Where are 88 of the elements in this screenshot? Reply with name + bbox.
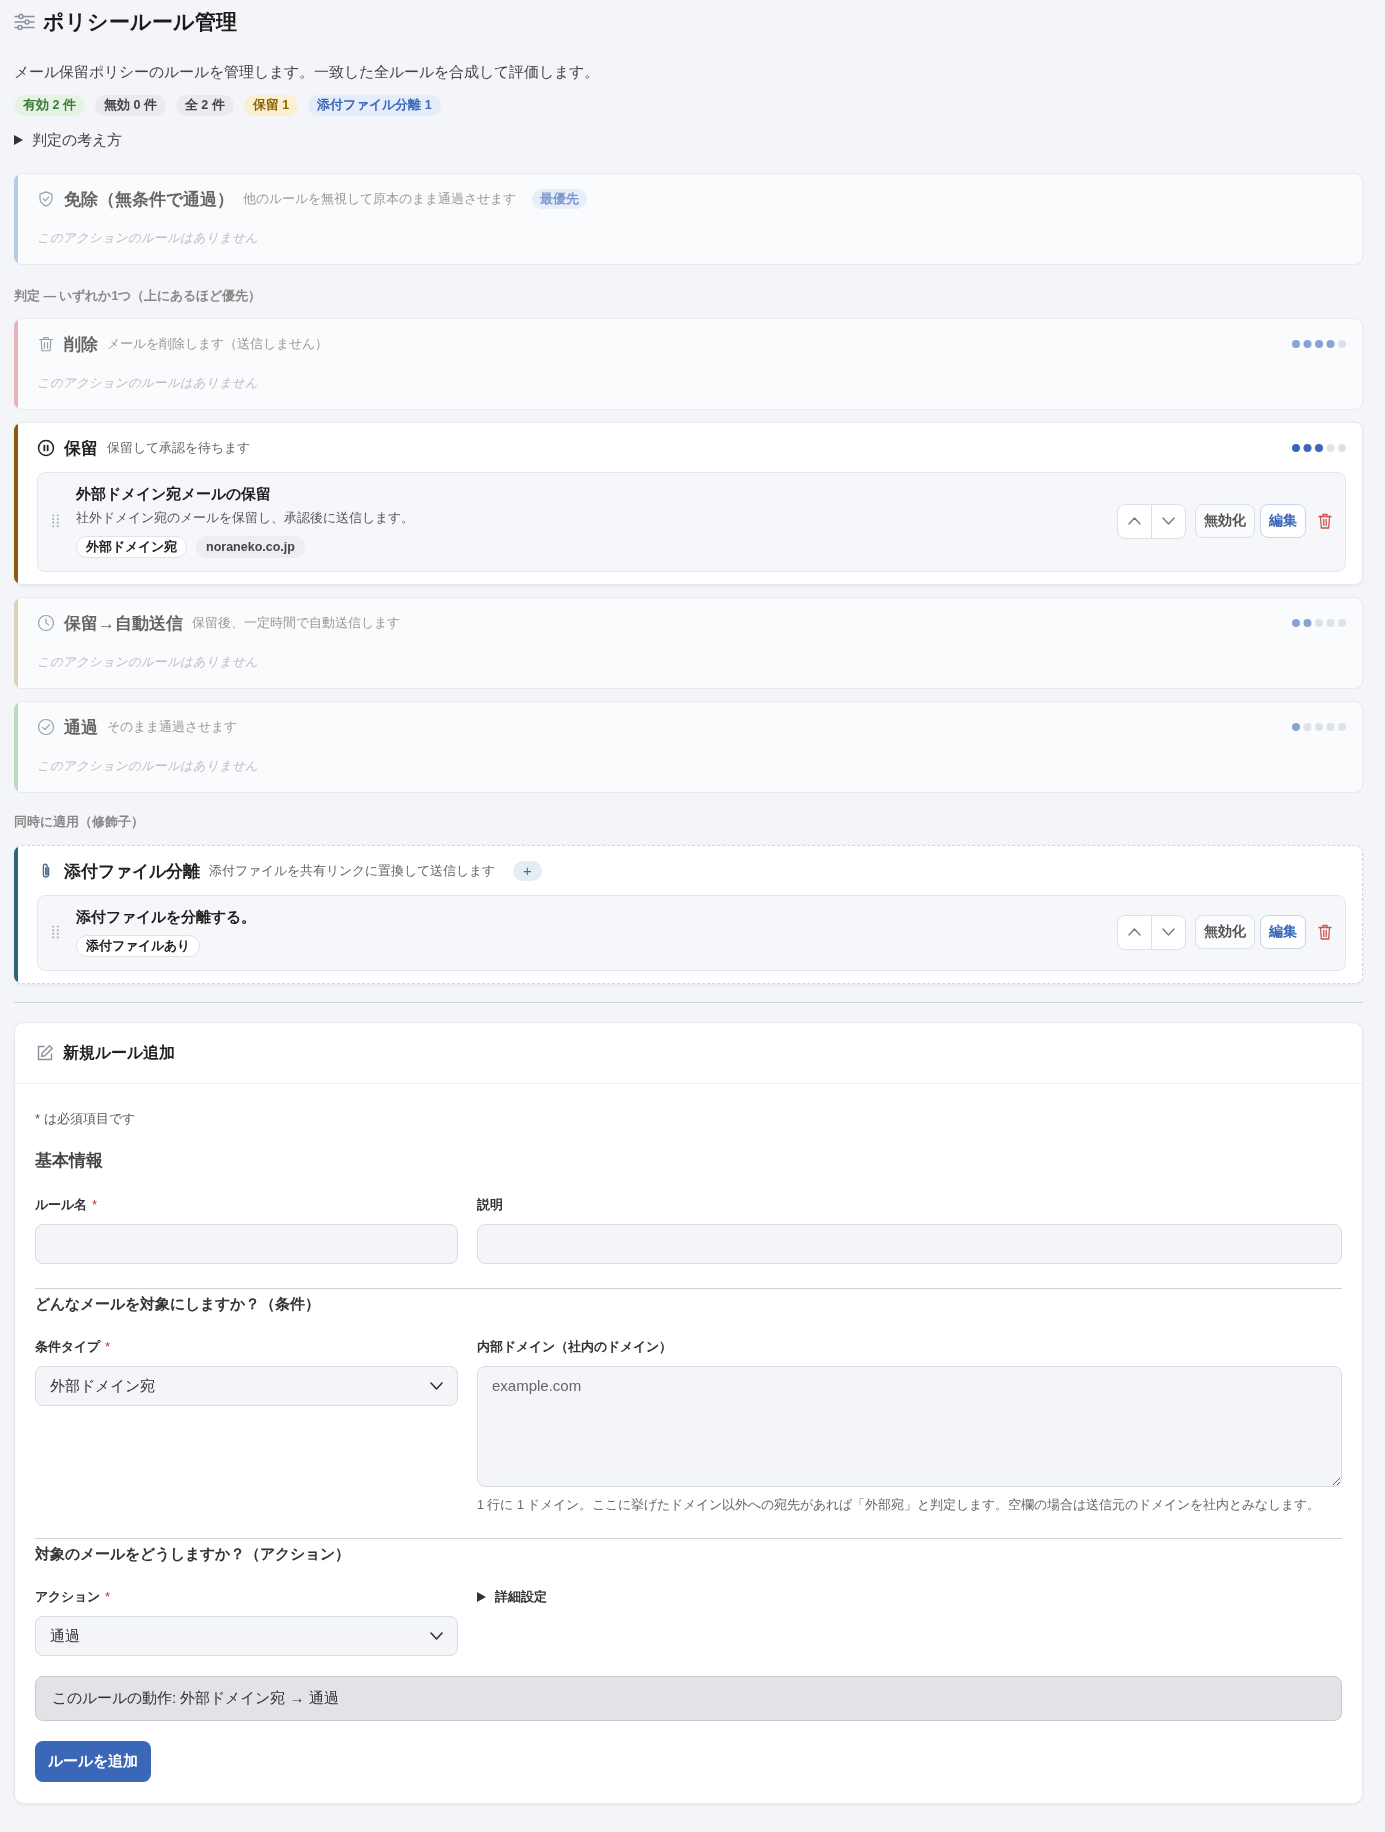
- priority-meter: [1292, 723, 1346, 731]
- section-heading: 基本情報: [35, 1150, 104, 1172]
- section-label: 判定 — いずれか1つ（上にあるほど優先）: [14, 288, 263, 305]
- required-mark: *: [105, 1338, 111, 1356]
- select-field[interactable]: 通過: [35, 1616, 458, 1656]
- value-tag: noraneko.co.jp: [196, 536, 305, 558]
- caret-icon: [477, 1592, 486, 1602]
- help-text: 1 行に 1 ドメイン。ここに挙げたドメイン以外への宛先があれば「外部宛」と判定します。空欄の場合は送信元のドメインを社内とみなします。: [477, 1497, 1322, 1514]
- empty-message: このアクションのルールはありません: [37, 654, 259, 671]
- textarea-field[interactable]: example.com: [477, 1366, 1342, 1487]
- action-description: 添付ファイルを共有リンクに置換して送信します: [209, 862, 495, 880]
- section-heading: どんなメールを対象にしますか？（条件）: [35, 1294, 321, 1314]
- priority-meter: [1292, 619, 1346, 627]
- chevron-down-icon: [1162, 517, 1175, 525]
- disclosure-toggle[interactable]: 詳細設定: [477, 1588, 547, 1606]
- form-title: 新規ルール追加: [63, 1043, 175, 1063]
- trash-icon: [1318, 924, 1332, 940]
- field-label: 説明: [477, 1196, 503, 1214]
- delete-button[interactable]: [1318, 513, 1332, 529]
- empty-message: このアクションのルールはありません: [37, 758, 259, 775]
- count-badge: 無効 0 件: [94, 95, 166, 116]
- action-title: 削除: [64, 333, 98, 356]
- action-description: メールを削除します（送信しません）: [107, 335, 328, 353]
- condition-tag: 外部ドメイン宛: [76, 536, 187, 558]
- chevron-down-icon: [430, 1632, 443, 1640]
- select-field[interactable]: 外部ドメイン宛: [35, 1366, 458, 1406]
- section-heading: 対象のメールをどうしますか？（アクション）: [35, 1544, 351, 1564]
- count-badge: 保留 1: [243, 95, 299, 116]
- chevron-up-icon: [1128, 928, 1141, 936]
- trash-icon: [37, 335, 55, 353]
- disable-button[interactable]: 無効化: [1195, 915, 1255, 949]
- clock-icon: [37, 614, 55, 632]
- move-up-button[interactable]: [1117, 503, 1152, 539]
- field-label: 内部ドメイン（社内のドメイン）: [477, 1338, 672, 1356]
- edit-button[interactable]: 編集: [1260, 504, 1306, 538]
- drag-handle-icon[interactable]: [52, 514, 59, 528]
- input-field[interactable]: [477, 1224, 1342, 1264]
- action-title: 免除（無条件で通過）: [64, 188, 234, 211]
- trash-icon: [1318, 513, 1332, 529]
- move-down-button[interactable]: [1151, 914, 1186, 950]
- edit-button[interactable]: 編集: [1260, 915, 1306, 949]
- move-down-button[interactable]: [1151, 503, 1186, 539]
- action-description: そのまま通過させます: [107, 718, 237, 736]
- count-badge: 全 2 件: [175, 95, 234, 116]
- rule-title: 外部ドメイン宛メールの保留: [76, 484, 272, 504]
- sliders-icon: [14, 13, 35, 31]
- action-description: 他のルールを無視して原本のまま通過させます: [243, 190, 516, 208]
- disable-button[interactable]: 無効化: [1195, 504, 1255, 538]
- add-rule-button[interactable]: ルールを追加: [35, 1741, 151, 1782]
- action-title: 通過: [64, 716, 98, 739]
- section-label: 同時に適用（修飾子）: [14, 813, 145, 831]
- empty-message: このアクションのルールはありません: [37, 230, 259, 247]
- chevron-up-icon: [1128, 517, 1141, 525]
- count-badge: 有効 2 件: [14, 95, 85, 116]
- delete-button[interactable]: [1318, 924, 1332, 940]
- required-note: * は必須項目です: [35, 1110, 136, 1128]
- priority-badge: 最優先: [532, 189, 587, 209]
- chevron-down-icon: [430, 1382, 443, 1390]
- check-circle-icon: [37, 718, 55, 736]
- action-title: 添付ファイル分離: [64, 860, 200, 883]
- page-title: ポリシールール管理: [43, 10, 237, 34]
- drag-handle-icon[interactable]: [52, 925, 59, 939]
- page-description: メール保留ポリシーのルールを管理します。一致した全ルールを合成して評価します。: [14, 62, 600, 82]
- input-field[interactable]: [35, 1224, 458, 1264]
- field-label: アクション: [35, 1588, 100, 1606]
- priority-meter: [1292, 340, 1346, 348]
- chevron-down-icon: [1162, 928, 1175, 936]
- pause-icon: [37, 439, 55, 457]
- rule-summary: このルールの動作: 外部ドメイン宛 → 通過: [35, 1676, 1342, 1721]
- count-badge: 添付ファイル分離 1: [308, 95, 441, 116]
- action-description: 保留して承認を待ちます: [107, 439, 250, 457]
- rule-description: 社外ドメイン宛のメールを保留し、承認後に送信します。: [76, 509, 415, 527]
- shield-check-icon: [37, 190, 55, 208]
- empty-message: このアクションのルールはありません: [37, 375, 259, 392]
- field-label: ルール名: [35, 1196, 87, 1214]
- caret-icon: [14, 135, 23, 145]
- add-button[interactable]: +: [513, 861, 542, 881]
- rule-title: 添付ファイルを分離する。: [76, 907, 257, 927]
- priority-meter: [1292, 444, 1346, 452]
- disclosure-toggle[interactable]: 判定の考え方: [14, 129, 122, 151]
- edit-icon: [36, 1044, 54, 1062]
- action-title: 保留: [64, 437, 98, 460]
- required-mark: *: [105, 1588, 111, 1606]
- condition-tag: 添付ファイルあり: [76, 935, 200, 957]
- required-mark: *: [92, 1196, 98, 1214]
- field-label: 条件タイプ: [35, 1338, 100, 1356]
- action-title: 保留→自動送信: [64, 612, 183, 635]
- move-up-button[interactable]: [1117, 914, 1152, 950]
